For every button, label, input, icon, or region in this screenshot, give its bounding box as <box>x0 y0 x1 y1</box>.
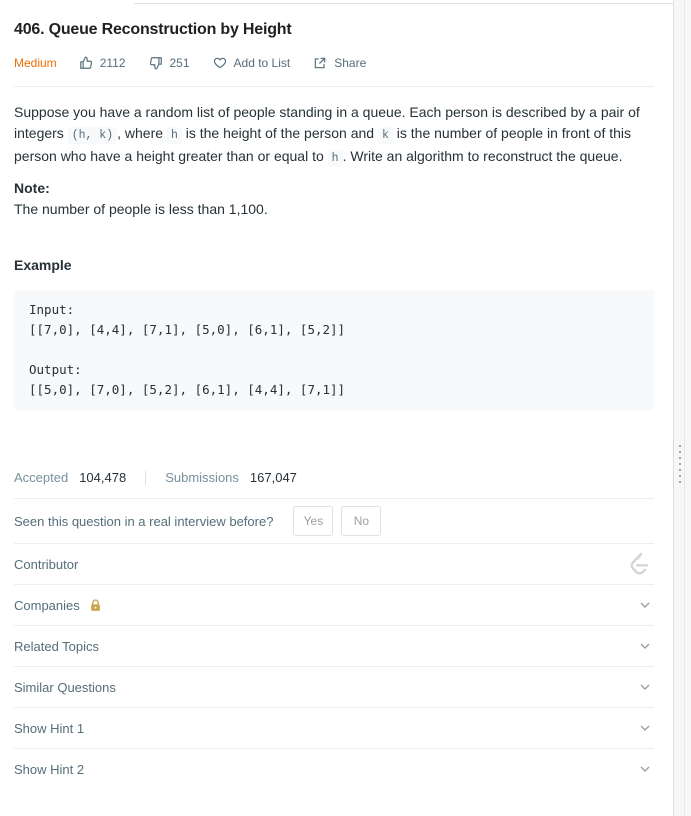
inline-code: k <box>377 127 393 144</box>
companies-row[interactable]: Companies <box>14 585 654 625</box>
add-to-list-label: Add to List <box>233 56 291 70</box>
divider <box>14 498 654 499</box>
divider <box>14 86 654 87</box>
problem-meta-bar: Medium 2112 251 Add to List Share <box>14 55 389 71</box>
similar-questions-label: Similar Questions <box>14 679 116 695</box>
chevron-down-icon <box>640 643 650 649</box>
heart-icon <box>213 57 226 69</box>
problem-statement: Suppose you have a random list of people… <box>14 102 654 169</box>
stat-separator <box>145 470 147 485</box>
inline-code: (h, k) <box>67 127 118 144</box>
output-value: [[5,0], [7,0], [5,2], [6,1], [4,4], [7,1… <box>29 382 346 397</box>
example-heading: Example <box>14 257 72 273</box>
similar-questions-row[interactable]: Similar Questions <box>14 667 654 707</box>
thumbs-down-icon <box>149 57 162 70</box>
related-topics-label: Related Topics <box>14 638 100 654</box>
leetcode-logo-icon <box>630 552 649 575</box>
inline-code: h <box>327 150 343 167</box>
output-label: Output: <box>29 362 82 377</box>
splitter-gutter[interactable] <box>674 0 691 816</box>
thumbs-up-icon <box>79 56 92 69</box>
related-topics-row[interactable]: Related Topics <box>14 626 654 666</box>
input-label: Input: <box>29 302 75 317</box>
statement-text: , where <box>117 125 167 141</box>
note-heading: Note: <box>14 180 50 196</box>
accepted-label: Accepted <box>14 470 69 485</box>
yes-button[interactable]: Yes <box>293 506 334 536</box>
chevron-down-icon <box>640 684 650 690</box>
accepted-value: 104,478 <box>79 470 127 485</box>
note-text: The number of people is less than 1,100. <box>14 201 268 217</box>
submissions-label: Submissions <box>165 470 239 485</box>
show-hint-2-row[interactable]: Show Hint 2 <box>14 749 654 789</box>
statement-text: is the height of the person and <box>181 125 378 141</box>
show-hint-2-label: Show Hint 2 <box>14 761 85 777</box>
lock-icon <box>90 598 100 611</box>
chevron-down-icon <box>640 602 650 608</box>
share-icon <box>314 57 326 69</box>
example-code-block: Input: [[7,0], [4,4], [7,1], [5,0], [6,1… <box>14 290 654 410</box>
contributor-label: Contributor <box>14 556 79 572</box>
input-value: [[7,0], [4,4], [7,1], [5,0], [6,1], [5,2… <box>29 322 346 337</box>
show-hint-1-row[interactable]: Show Hint 1 <box>14 708 654 748</box>
chevron-down-icon <box>640 766 650 772</box>
drag-handle[interactable] <box>678 443 682 487</box>
interview-question-row: Seen this question in a real interview b… <box>14 506 382 536</box>
chevron-down-icon <box>640 725 650 731</box>
dislike-count: 251 <box>169 56 190 70</box>
submissions-value: 167,047 <box>249 470 297 485</box>
contributor-row[interactable]: Contributor <box>14 544 654 584</box>
like-count: 2112 <box>99 56 126 70</box>
difficulty-badge: Medium <box>14 56 57 70</box>
companies-label: Companies <box>14 597 80 613</box>
top-border <box>134 0 675 4</box>
share-label: Share <box>334 56 367 70</box>
share-button[interactable]: Share <box>313 56 366 70</box>
add-to-list-button[interactable]: Add to List <box>213 56 291 70</box>
interview-question-text: Seen this question in a real interview b… <box>14 513 274 529</box>
no-button[interactable]: No <box>341 506 382 536</box>
show-hint-1-label: Show Hint 1 <box>14 720 85 736</box>
dislike-button[interactable]: 251 <box>149 56 190 70</box>
inline-code: h <box>166 127 182 144</box>
problem-title: 406. Queue Reconstruction by Height <box>14 21 292 38</box>
statement-text: . Write an algorithm to reconstruct the … <box>342 148 623 164</box>
splitter-line <box>684 0 685 816</box>
submission-stats: Accepted 104,478 Submissions 167,047 <box>14 470 297 485</box>
like-button[interactable]: 2112 <box>79 56 126 70</box>
